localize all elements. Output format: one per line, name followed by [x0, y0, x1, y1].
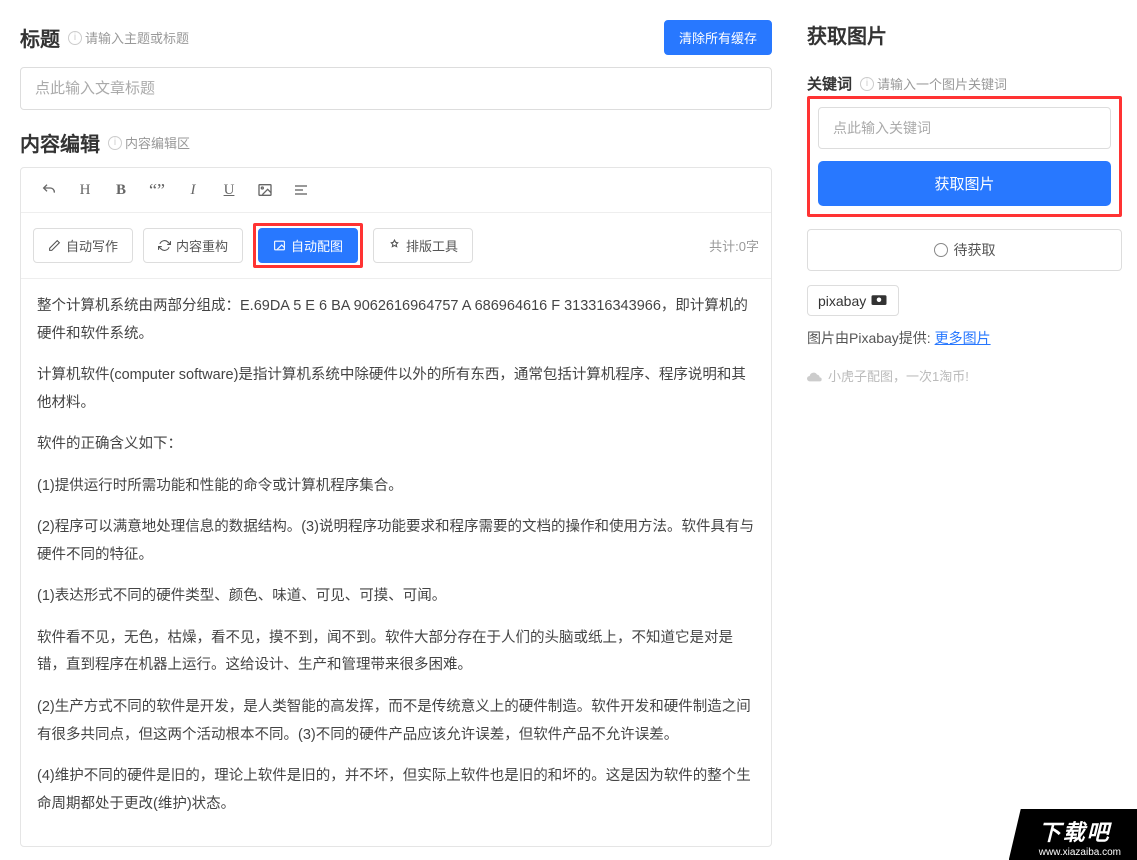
get-image-label: 获取图片 — [807, 20, 887, 49]
footer-note: 小虎子配图，一次1淘币! — [807, 366, 1122, 385]
content-paragraph: (2)程序可以满意地处理信息的数据结构。(3)说明程序功能要求和程序需要的文档的… — [37, 514, 755, 569]
quote-icon[interactable]: “” — [141, 176, 173, 204]
undo-icon[interactable] — [33, 176, 65, 204]
watermark: 下载吧 www.xiazaiba.com — [1009, 809, 1137, 860]
word-count: 共计:0字 — [709, 236, 759, 255]
keyword-hint: 请输入一个图片关键词 — [877, 74, 1007, 93]
article-title-input[interactable] — [20, 67, 772, 110]
content-restructure-button[interactable]: 内容重构 — [143, 228, 243, 263]
underline-icon[interactable]: U — [213, 176, 245, 204]
pencil-icon — [48, 239, 61, 252]
keyword-input[interactable] — [818, 107, 1111, 149]
image-icon[interactable] — [249, 176, 281, 204]
pending-status-button[interactable]: 待获取 — [807, 229, 1122, 271]
title-label: 标题 — [20, 23, 60, 52]
content-paragraph: (1)表达形式不同的硬件类型、颜色、味道、可见、可摸、可闻。 — [37, 583, 755, 611]
pixabay-badge: pixabay — [807, 285, 899, 316]
title-hint: 请输入主题或标题 — [85, 28, 189, 47]
bold-icon[interactable]: B — [105, 176, 137, 204]
layout-icon — [388, 239, 401, 252]
italic-icon[interactable]: I — [177, 176, 209, 204]
cloud-icon — [807, 370, 823, 382]
keyword-label: 关键词 — [807, 73, 852, 94]
content-paragraph: 整个计算机系统由两部分组成：E.69DA 5 E 6 BA 9062616964… — [37, 293, 755, 348]
heading-icon[interactable]: H — [69, 176, 101, 204]
picture-icon — [273, 239, 286, 252]
content-paragraph: 软件的正确含义如下： — [37, 431, 755, 459]
more-images-link[interactable]: 更多图片 — [935, 330, 991, 346]
auto-image-highlight: 自动配图 — [253, 223, 363, 268]
auto-write-button[interactable]: 自动写作 — [33, 228, 133, 263]
content-hint: 内容编辑区 — [125, 133, 190, 152]
content-paragraph: (2)生产方式不同的软件是开发，是人类智能的高发挥，而不是传统意义上的硬件制造。… — [37, 694, 755, 749]
circle-icon — [934, 243, 948, 257]
editor-container: H B “” I U 自动写作 内容重 — [20, 167, 772, 847]
content-paragraph: 软件看不见，无色，枯燥，看不见，摸不到，闻不到。软件大部分存在于人们的头脑或纸上… — [37, 625, 755, 680]
auto-image-button[interactable]: 自动配图 — [258, 228, 358, 263]
content-edit-label: 内容编辑 — [20, 128, 100, 157]
keyword-highlight-box: 获取图片 — [807, 96, 1122, 217]
layout-tool-button[interactable]: 排版工具 — [373, 228, 473, 263]
clear-cache-button[interactable]: 清除所有缓存 — [664, 20, 772, 55]
info-icon: i — [860, 77, 874, 91]
get-image-button[interactable]: 获取图片 — [818, 161, 1111, 206]
title-header: 标题 i 请输入主题或标题 清除所有缓存 — [20, 20, 772, 55]
content-paragraph: (1)提供运行时所需功能和性能的命令或计算机程序集合。 — [37, 473, 755, 501]
content-paragraph: (4)维护不同的硬件是旧的，理论上软件是旧的，并不坏，但实际上软件也是旧的和坏的… — [37, 763, 755, 818]
align-icon[interactable] — [285, 176, 317, 204]
action-toolbar: 自动写作 内容重构 自动配图 排版工具 共计:0字 — [21, 213, 771, 279]
provider-row: 图片由Pixabay提供: 更多图片 — [807, 328, 1122, 348]
editor-content[interactable]: 整个计算机系统由两部分组成：E.69DA 5 E 6 BA 9062616964… — [21, 279, 771, 846]
info-icon: i — [68, 31, 82, 45]
refresh-icon — [158, 239, 171, 252]
camera-icon — [870, 292, 888, 309]
content-paragraph: 计算机软件(computer software)是指计算机系统中除硬件以外的所有… — [37, 362, 755, 417]
info-icon: i — [108, 136, 122, 150]
content-header: 内容编辑 i 内容编辑区 — [20, 128, 772, 157]
format-toolbar: H B “” I U — [21, 168, 771, 213]
